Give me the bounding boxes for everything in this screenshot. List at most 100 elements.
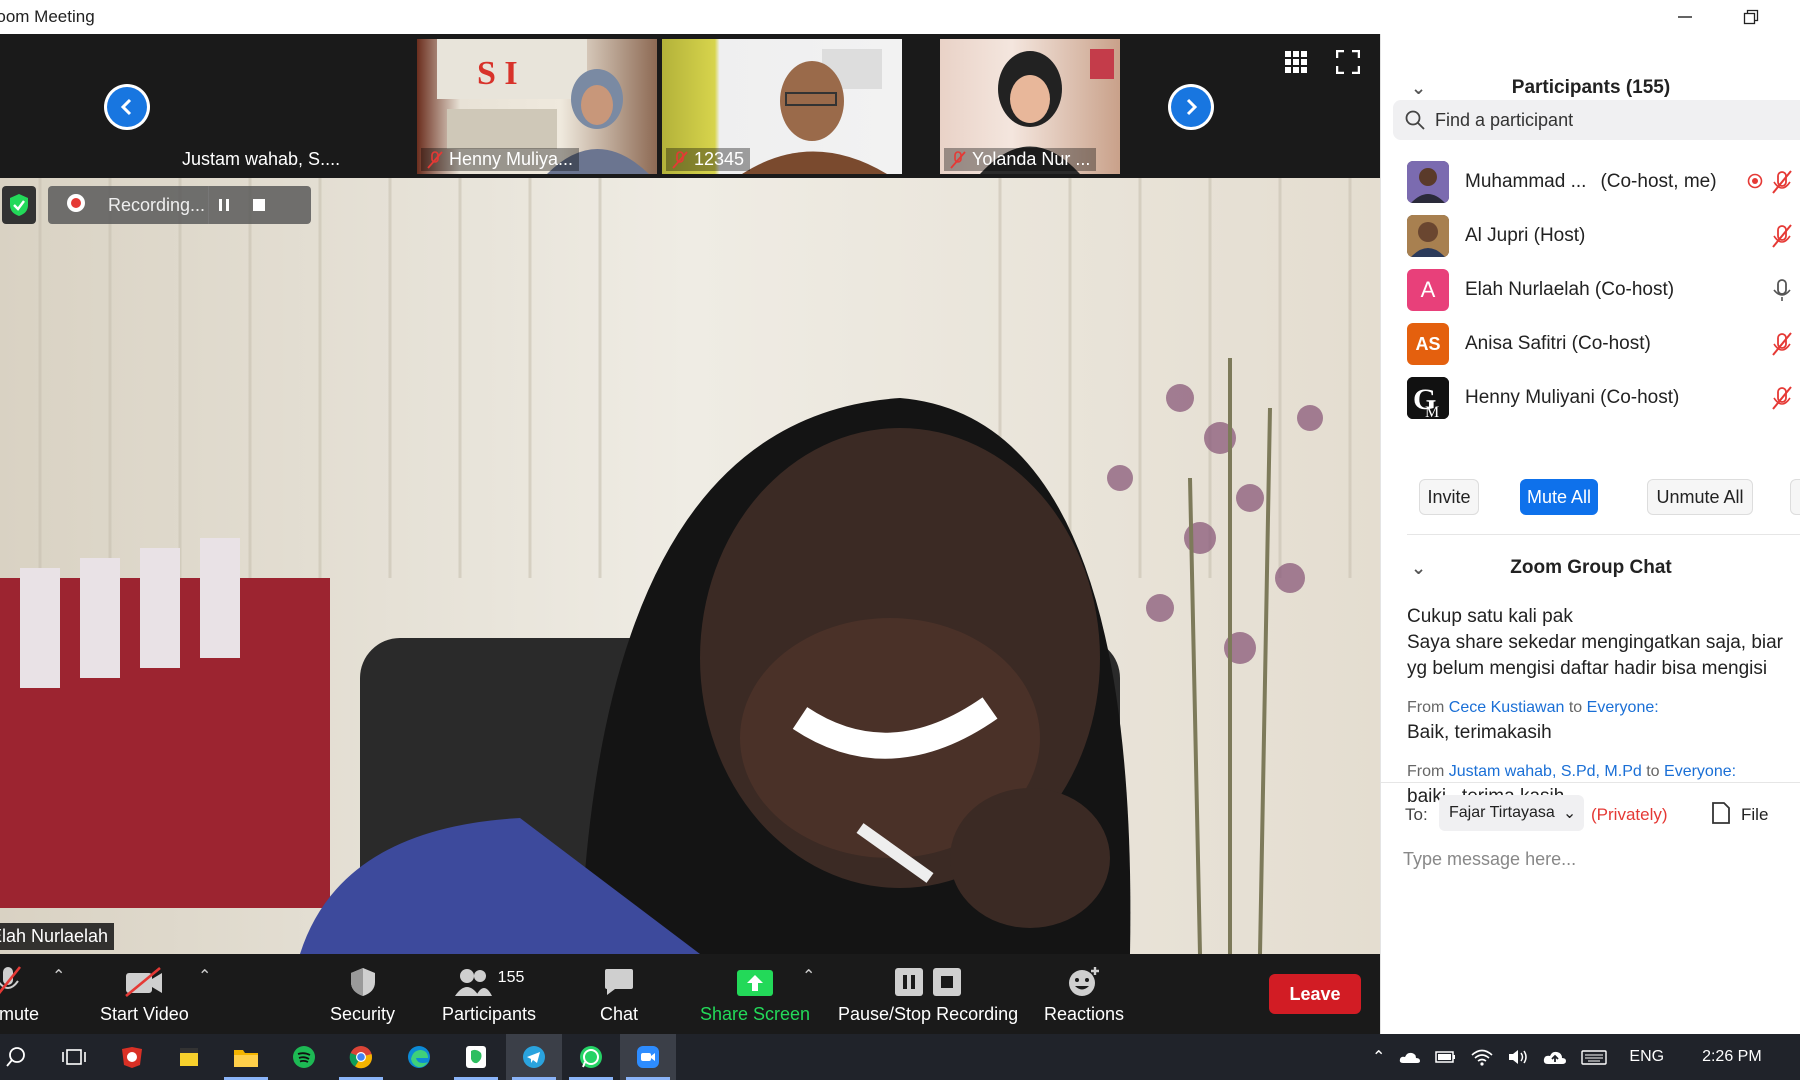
zoom-icon[interactable] bbox=[620, 1034, 676, 1080]
wifi-icon bbox=[1471, 1049, 1493, 1066]
participants-count: 155 bbox=[497, 969, 525, 986]
gallery-view-icon[interactable] bbox=[1284, 50, 1308, 79]
mic-muted-icon bbox=[672, 150, 688, 169]
pause-stop-recording-button[interactable]: Pause/Stop Recording bbox=[838, 960, 1018, 1025]
participant-search-input[interactable]: Find a participant bbox=[1393, 100, 1800, 140]
thumb-name: Yolanda Nur ... bbox=[972, 149, 1091, 169]
restore-icon[interactable] bbox=[1726, 0, 1776, 34]
more-button[interactable] bbox=[1790, 479, 1800, 515]
task-view-icon[interactable] bbox=[46, 1034, 102, 1080]
chat-input[interactable]: Type message here... bbox=[1403, 839, 1783, 879]
security-button[interactable]: Security bbox=[330, 960, 395, 1025]
share-screen-button[interactable]: Share Screen bbox=[700, 960, 810, 1025]
avatar bbox=[1407, 161, 1449, 203]
participant-row[interactable]: AS Anisa Safitri (Co-host) bbox=[1407, 319, 1800, 369]
meeting-area: Justam wahab, S.... S I Henny Muliya... bbox=[0, 34, 1380, 954]
chevron-down-icon: ⌄ bbox=[1562, 805, 1577, 822]
sticky-notes-icon[interactable] bbox=[161, 1034, 217, 1080]
participant-thumb[interactable]: S I Henny Muliya... bbox=[417, 39, 657, 174]
thumb-name: Henny Muliya... bbox=[449, 149, 574, 169]
avatar: GM bbox=[1407, 377, 1449, 419]
thumb-name: Justam wahab, S.... bbox=[182, 149, 341, 169]
participant-row[interactable]: A Elah Nurlaelah (Co-host) bbox=[1407, 265, 1800, 315]
start-video-button[interactable]: Start Video bbox=[100, 960, 189, 1025]
security-shield-icon bbox=[2, 186, 36, 224]
language-indicator[interactable]: ENG bbox=[1629, 1048, 1664, 1066]
sender-name: Cece Kustiawan bbox=[1448, 699, 1565, 716]
video-off-icon bbox=[125, 967, 163, 997]
participant-thumb[interactable]: Justam wahab, S.... bbox=[172, 39, 412, 174]
recording-indicator: Recording... bbox=[48, 186, 311, 224]
upload-icon bbox=[1544, 1051, 1567, 1064]
participants-icon bbox=[454, 969, 492, 996]
reactions-button[interactable]: Reactions bbox=[1044, 960, 1124, 1025]
video-options-caret-icon[interactable]: ⌃ bbox=[198, 966, 211, 986]
mic-muted-icon[interactable] bbox=[1771, 332, 1793, 361]
avatar bbox=[1407, 215, 1449, 257]
unmute-button[interactable]: Unmute bbox=[0, 960, 39, 1025]
stop-icon bbox=[933, 968, 962, 996]
participant-row[interactable]: GM Henny Muliyani (Co-host) bbox=[1407, 373, 1800, 423]
windows-taskbar: ⌃ ENG 2:26 PM bbox=[0, 1034, 1800, 1080]
mute-all-button[interactable]: Mute All bbox=[1520, 479, 1598, 515]
collapse-participants-icon[interactable]: ⌄ bbox=[1411, 78, 1426, 99]
chat-message: Cukup satu kali pak bbox=[1407, 606, 1573, 627]
collapse-chat-icon[interactable]: ⌄ bbox=[1411, 558, 1426, 579]
chat-title: Zoom Group Chat bbox=[1510, 557, 1672, 578]
mic-muted-icon[interactable] bbox=[1771, 386, 1793, 415]
chevron-right-icon[interactable] bbox=[1168, 84, 1214, 130]
stop-recording-icon[interactable] bbox=[244, 186, 274, 224]
chat-button[interactable]: Chat bbox=[600, 960, 638, 1025]
chat-sender-line: From Cece Kustiawan to Everyone: bbox=[1407, 699, 1659, 716]
chrome-icon[interactable] bbox=[333, 1034, 389, 1080]
leave-button[interactable]: Leave bbox=[1269, 974, 1361, 1014]
mic-muted-icon[interactable] bbox=[1771, 224, 1793, 253]
mic-icon[interactable] bbox=[1771, 278, 1793, 307]
invite-button[interactable]: Invite bbox=[1419, 479, 1479, 515]
app-red-icon[interactable] bbox=[104, 1034, 160, 1080]
file-button[interactable]: File bbox=[1741, 805, 1768, 825]
mic-muted-icon bbox=[427, 150, 443, 169]
chevron-left-icon[interactable] bbox=[104, 84, 150, 130]
spotify-icon[interactable] bbox=[276, 1034, 332, 1080]
to-label: To: bbox=[1405, 805, 1428, 824]
record-dot-icon bbox=[66, 193, 86, 218]
pause-recording-icon[interactable] bbox=[208, 186, 238, 224]
mic-muted-icon[interactable] bbox=[1771, 170, 1793, 199]
edge-icon[interactable] bbox=[391, 1034, 447, 1080]
fullscreen-icon[interactable] bbox=[1335, 49, 1361, 79]
participants-button[interactable]: 155 Participants bbox=[442, 960, 536, 1025]
unmute-all-button[interactable]: Unmute All bbox=[1647, 479, 1753, 515]
share-screen-icon bbox=[737, 970, 774, 996]
minimize-icon[interactable] bbox=[1660, 0, 1710, 34]
participant-thumb[interactable]: 12345 bbox=[662, 39, 902, 174]
recording-dot-icon bbox=[1747, 173, 1763, 194]
thumb-name: 12345 bbox=[694, 149, 745, 169]
clock[interactable]: 2:26 PM bbox=[1702, 1048, 1762, 1066]
participant-row[interactable]: Al Jupri (Host) bbox=[1407, 211, 1800, 261]
whatsapp-icon[interactable] bbox=[563, 1034, 619, 1080]
telegram-icon[interactable] bbox=[506, 1034, 562, 1080]
system-tray: ⌃ ENG 2:26 PM bbox=[1372, 1034, 1762, 1080]
recording-label: Recording... bbox=[108, 194, 206, 215]
divider bbox=[1407, 534, 1800, 535]
sender-name: Justam wahab, S.Pd, M.Pd bbox=[1448, 763, 1642, 780]
file-explorer-icon[interactable] bbox=[218, 1034, 274, 1080]
shield-icon bbox=[350, 968, 375, 996]
share-options-caret-icon[interactable]: ⌃ bbox=[802, 966, 815, 986]
participant-row[interactable]: Muhammad ... (Co-host, me) bbox=[1407, 157, 1800, 207]
chat-compose: To: Fajar Tirtayasa ⌄ (Privately) File T… bbox=[1381, 782, 1800, 942]
privately-label: (Privately) bbox=[1591, 805, 1668, 824]
participant-thumb[interactable]: Yolanda Nur ... bbox=[940, 39, 1120, 174]
evernote-icon[interactable] bbox=[448, 1034, 504, 1080]
chevron-up-icon[interactable]: ⌃ bbox=[1372, 1047, 1385, 1067]
mic-muted-icon bbox=[0, 966, 21, 994]
main-video: Recording... Elah Nurlaelah bbox=[0, 178, 1380, 954]
svg-text:S I: S I bbox=[477, 55, 518, 92]
search-icon[interactable] bbox=[0, 1034, 44, 1080]
onedrive-icon bbox=[1400, 1052, 1421, 1063]
volume-icon bbox=[1509, 1050, 1528, 1064]
audio-options-caret-icon[interactable]: ⌃ bbox=[52, 966, 65, 986]
recipient-select[interactable]: Fajar Tirtayasa ⌄ bbox=[1439, 795, 1584, 831]
file-icon[interactable] bbox=[1711, 801, 1731, 830]
